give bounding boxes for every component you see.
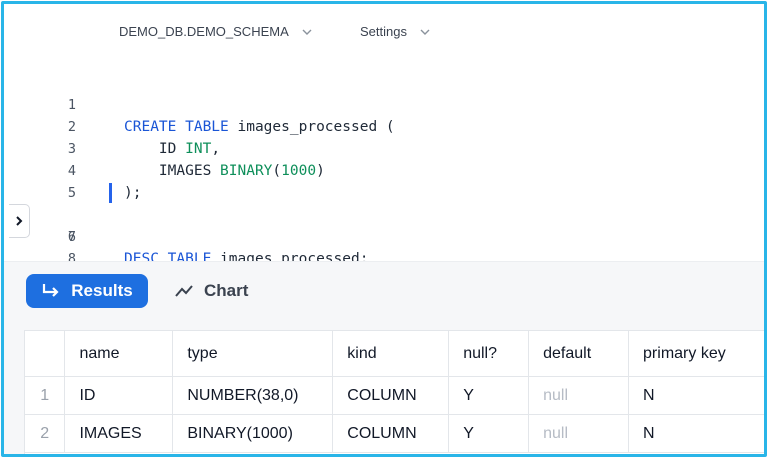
database-schema-selector[interactable]: DEMO_DB.DEMO_SCHEMA: [119, 24, 313, 39]
cell-kind[interactable]: COLUMN: [332, 414, 450, 453]
code-line: 1 CREATE TABLE images_processed (: [4, 72, 764, 135]
code-line: 2 ID INT,: [4, 94, 764, 157]
row-number: 2: [25, 414, 66, 453]
results-panel: Results Chart name type kind null? defau…: [4, 261, 764, 454]
sidebar-toggle-button[interactable]: [9, 204, 30, 238]
column-header-name[interactable]: name: [64, 331, 174, 377]
row-number: 1: [25, 376, 66, 415]
column-header-null[interactable]: null?: [448, 331, 530, 377]
code-line: 3 IMAGES BINARY(1000): [4, 116, 764, 179]
cell-primary-key[interactable]: N: [628, 414, 764, 453]
worksheet-window: DEMO_DB.DEMO_SCHEMA Settings 1 CREATE TA…: [1, 1, 767, 457]
cell-kind[interactable]: COLUMN: [332, 376, 450, 415]
cell-default[interactable]: null: [528, 376, 630, 415]
chevron-right-icon: [16, 216, 23, 226]
cell-type[interactable]: BINARY(1000): [172, 414, 334, 453]
tab-results[interactable]: Results: [26, 274, 148, 308]
settings-label: Settings: [360, 24, 407, 39]
table-header-row: name type kind null? default primary key: [25, 331, 764, 377]
sql-editor[interactable]: 1 CREATE TABLE images_processed ( 2 ID I…: [4, 66, 764, 267]
tab-results-label: Results: [71, 281, 133, 300]
settings-dropdown[interactable]: Settings: [360, 24, 431, 39]
tab-chart-label: Chart: [204, 281, 249, 300]
context-bar: DEMO_DB.DEMO_SCHEMA Settings: [4, 4, 764, 60]
cell-null[interactable]: Y: [448, 414, 530, 453]
column-header-primary-key[interactable]: primary key: [628, 331, 764, 377]
active-line-marker: [109, 183, 112, 203]
cell-default[interactable]: null: [528, 414, 630, 453]
column-header-type[interactable]: type: [172, 331, 334, 377]
cell-type[interactable]: NUMBER(38,0): [172, 376, 334, 415]
code-line: 7: [4, 204, 764, 245]
cell-name[interactable]: IMAGES: [64, 414, 174, 453]
code-line: 4 );: [4, 138, 764, 201]
code-line: 8: [4, 226, 764, 267]
cell-null[interactable]: Y: [448, 376, 530, 415]
cell-primary-key[interactable]: N: [628, 376, 764, 415]
cell-name[interactable]: ID: [64, 376, 174, 415]
column-header-kind[interactable]: kind: [332, 331, 450, 377]
row-number-header: [25, 331, 66, 377]
table-row[interactable]: 2 IMAGES BINARY(1000) COLUMN Y null N: [25, 414, 764, 453]
database-schema-label: DEMO_DB.DEMO_SCHEMA: [119, 24, 289, 39]
tab-chart[interactable]: Chart: [174, 274, 248, 308]
chevron-down-icon: [420, 29, 430, 35]
column-header-default[interactable]: default: [528, 331, 630, 377]
code-line: 5: [4, 160, 764, 201]
line-chart-icon: [175, 285, 193, 297]
code-line: 9: [4, 248, 764, 261]
results-table: name type kind null? default primary key…: [24, 330, 764, 454]
return-arrow-icon: [43, 284, 59, 297]
code-line-active: 6 DESC TABLE images_processed;: [4, 182, 764, 267]
chevron-down-icon: [302, 29, 312, 35]
table-row[interactable]: 1 ID NUMBER(38,0) COLUMN Y null N: [25, 376, 764, 415]
